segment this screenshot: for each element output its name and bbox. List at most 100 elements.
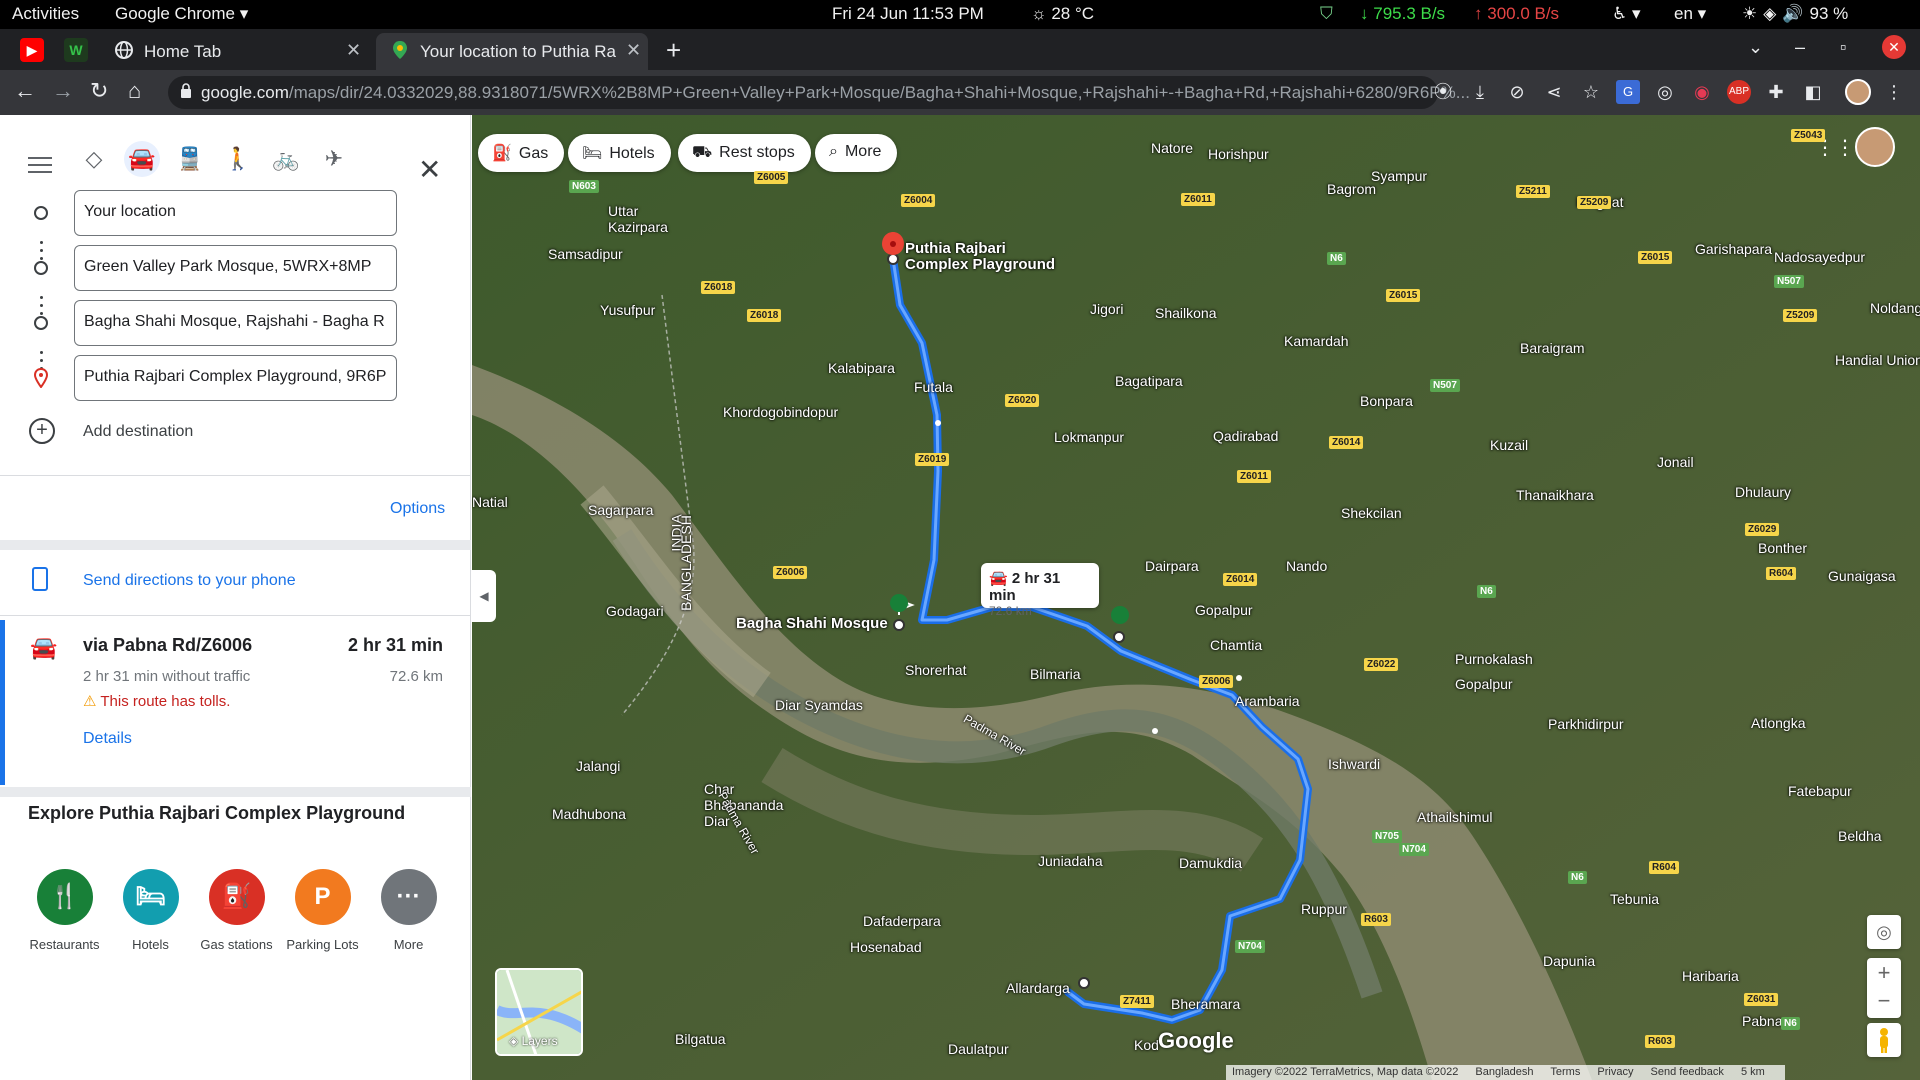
route-time-bubble[interactable]: 🚘 2 hr 31 min 72.6 km: [981, 563, 1099, 618]
maximize-button[interactable]: ▫: [1840, 37, 1846, 58]
driving-icon[interactable]: 🚘: [124, 141, 160, 177]
route-traffic-note: 2 hr 31 min without traffic: [83, 668, 251, 685]
side-panel-icon[interactable]: ◧: [1801, 80, 1825, 104]
origin-dot-icon: [34, 206, 48, 220]
road-badge: R603: [1361, 913, 1391, 926]
destination-input[interactable]: Puthia Rajbari Complex Playground, 9R6P: [74, 355, 397, 401]
terms-link[interactable]: Terms: [1550, 1066, 1580, 1078]
adblock-icon[interactable]: ABP: [1727, 80, 1751, 104]
language-menu[interactable]: en ▾: [1674, 4, 1706, 24]
address-bar[interactable]: google.com/maps/dir/24.0332029,88.931807…: [168, 76, 1470, 109]
new-tab-button[interactable]: +: [666, 35, 681, 66]
close-window-button[interactable]: ✕: [1882, 35, 1906, 59]
home-icon[interactable]: ⌂: [128, 78, 141, 104]
menu-icon[interactable]: [28, 157, 52, 178]
weather-indicator[interactable]: ☼ 28 °C: [1031, 4, 1094, 24]
send-feedback-link[interactable]: Send feedback: [1651, 1066, 1724, 1078]
flight-icon[interactable]: ✈: [316, 141, 352, 177]
tracking-blocked-icon[interactable]: ⊘: [1505, 80, 1529, 104]
add-destination-icon[interactable]: +: [29, 418, 55, 444]
close-directions-icon[interactable]: ✕: [418, 153, 441, 186]
activities-button[interactable]: Activities: [12, 4, 79, 24]
street-view-pegman-icon[interactable]: [1867, 1023, 1901, 1057]
menu-kebab-icon[interactable]: ⋮: [1882, 80, 1906, 104]
extension-icon[interactable]: ◎: [1653, 80, 1677, 104]
place-label: Shekcilan: [1341, 505, 1402, 521]
cycling-icon[interactable]: 🚲: [268, 141, 304, 177]
youtube-tab-icon[interactable]: ▶: [20, 38, 44, 62]
region-link[interactable]: Bangladesh: [1475, 1066, 1533, 1078]
explore-more[interactable]: ··· More: [366, 869, 451, 952]
car-icon: 🚘: [30, 635, 58, 660]
transit-icon[interactable]: 🚆: [172, 141, 208, 177]
accessibility-icon[interactable]: ♿ ▾: [1612, 4, 1641, 24]
close-icon[interactable]: ✕: [626, 40, 641, 61]
install-app-icon[interactable]: ⤓: [1468, 80, 1492, 104]
tab-search-icon[interactable]: ⌄: [1748, 37, 1763, 58]
close-icon[interactable]: ✕: [346, 40, 361, 61]
place-label: Yusufpur: [600, 302, 656, 318]
puzzle-extensions-icon[interactable]: ✚: [1764, 80, 1788, 104]
place-label: Futala: [914, 379, 953, 395]
waypoint-label[interactable]: Bagha Shahi Mosque: [736, 616, 888, 632]
explore-restaurants[interactable]: 🍴 Restaurants: [22, 869, 107, 952]
chip-rest-stops[interactable]: ⛟ Rest stops: [678, 134, 811, 172]
toll-warning-text: This route has tolls.: [100, 693, 231, 710]
explore-gas-stations[interactable]: ⛽ Gas stations: [194, 869, 279, 952]
scale-label[interactable]: 5 km: [1741, 1066, 1765, 1078]
explore-hotels[interactable]: 🛏 Hotels: [108, 869, 193, 952]
send-to-phone-link[interactable]: Send directions to your phone: [83, 572, 296, 590]
best-route-icon[interactable]: ◇: [76, 141, 112, 177]
reload-icon[interactable]: ↻: [90, 78, 108, 104]
explore-parking[interactable]: P Parking Lots: [280, 869, 365, 952]
zoom-out-button[interactable]: −: [1867, 988, 1901, 1018]
account-avatar[interactable]: [1855, 127, 1895, 167]
translate-extension-icon[interactable]: G: [1616, 80, 1640, 104]
back-icon[interactable]: ←: [14, 78, 36, 104]
zoom-in-button[interactable]: +: [1867, 958, 1901, 988]
location-icon[interactable]: ⦿: [1431, 80, 1455, 104]
place-label: Tebunia: [1610, 891, 1660, 907]
options-link[interactable]: Options: [390, 500, 445, 518]
waypoint-input[interactable]: Green Valley Park Mosque, 5WRX+8MP: [74, 245, 397, 291]
destination-label[interactable]: Puthia Rajbari Complex Playground: [905, 241, 1065, 273]
waypoint-input[interactable]: Bagha Shahi Mosque, Rajshahi - Bagha R: [74, 300, 397, 346]
map-canvas[interactable]: ⛽ Gas 🛏 Hotels ⛟ Rest stops ⌕ More ⋮⋮⋮ Puthi…: [472, 115, 1920, 1080]
road-badge: Z6018: [747, 309, 782, 322]
route-details-link[interactable]: Details: [83, 730, 132, 748]
place-label: Uttar Kazirpara: [608, 203, 668, 235]
collapse-panel-button[interactable]: ◀: [472, 570, 496, 622]
share-icon[interactable]: ⋖: [1542, 80, 1566, 104]
pinned-w-tab-icon[interactable]: W: [64, 38, 88, 62]
road-badge: N6: [1477, 585, 1496, 598]
clock[interactable]: Fri 24 Jun 11:53 PM: [832, 4, 984, 24]
lock-icon[interactable]: [180, 83, 192, 99]
walking-icon[interactable]: 🚶: [220, 141, 256, 177]
profile-avatar[interactable]: [1845, 79, 1871, 105]
tab-maps[interactable]: Your location to Puthia Ra ✕: [376, 33, 648, 70]
road-badge: Z6019: [915, 453, 950, 466]
my-location-icon[interactable]: ◎: [1867, 915, 1901, 949]
privacy-link[interactable]: Privacy: [1597, 1066, 1633, 1078]
layers-button[interactable]: ◈ Layers: [495, 968, 583, 1056]
minimize-button[interactable]: –: [1795, 37, 1805, 58]
chip-gas[interactable]: ⛽ Gas: [478, 134, 565, 172]
origin-input[interactable]: Your location: [74, 190, 397, 236]
bookmark-star-icon[interactable]: ☆: [1579, 80, 1603, 104]
chip-more[interactable]: ⌕ More: [815, 134, 898, 172]
warning-icon: ⚠: [83, 693, 97, 710]
place-label: Kod: [1134, 1037, 1159, 1053]
extension-red-icon[interactable]: ◉: [1690, 80, 1714, 104]
chip-hotels[interactable]: 🛏 Hotels: [568, 134, 671, 172]
forward-icon[interactable]: →: [52, 78, 74, 104]
route-name[interactable]: via Pabna Rd/Z6006: [83, 635, 252, 656]
add-destination[interactable]: Add destination: [83, 423, 193, 441]
shield-icon[interactable]: ⛉: [1320, 4, 1333, 24]
app-menu[interactable]: Google Chrome ▾: [115, 4, 248, 24]
place-label: Allardarga: [1006, 980, 1070, 996]
map-attribution: Imagery ©2022 TerraMetrics, Map data ©20…: [1226, 1065, 1785, 1080]
tab-home[interactable]: Home Tab ✕: [100, 33, 372, 70]
system-menu[interactable]: ☀◈🔊93 %: [1742, 4, 1848, 24]
chip-label: Hotels: [609, 145, 655, 162]
tab-title: Your location to Puthia Ra: [420, 42, 616, 61]
